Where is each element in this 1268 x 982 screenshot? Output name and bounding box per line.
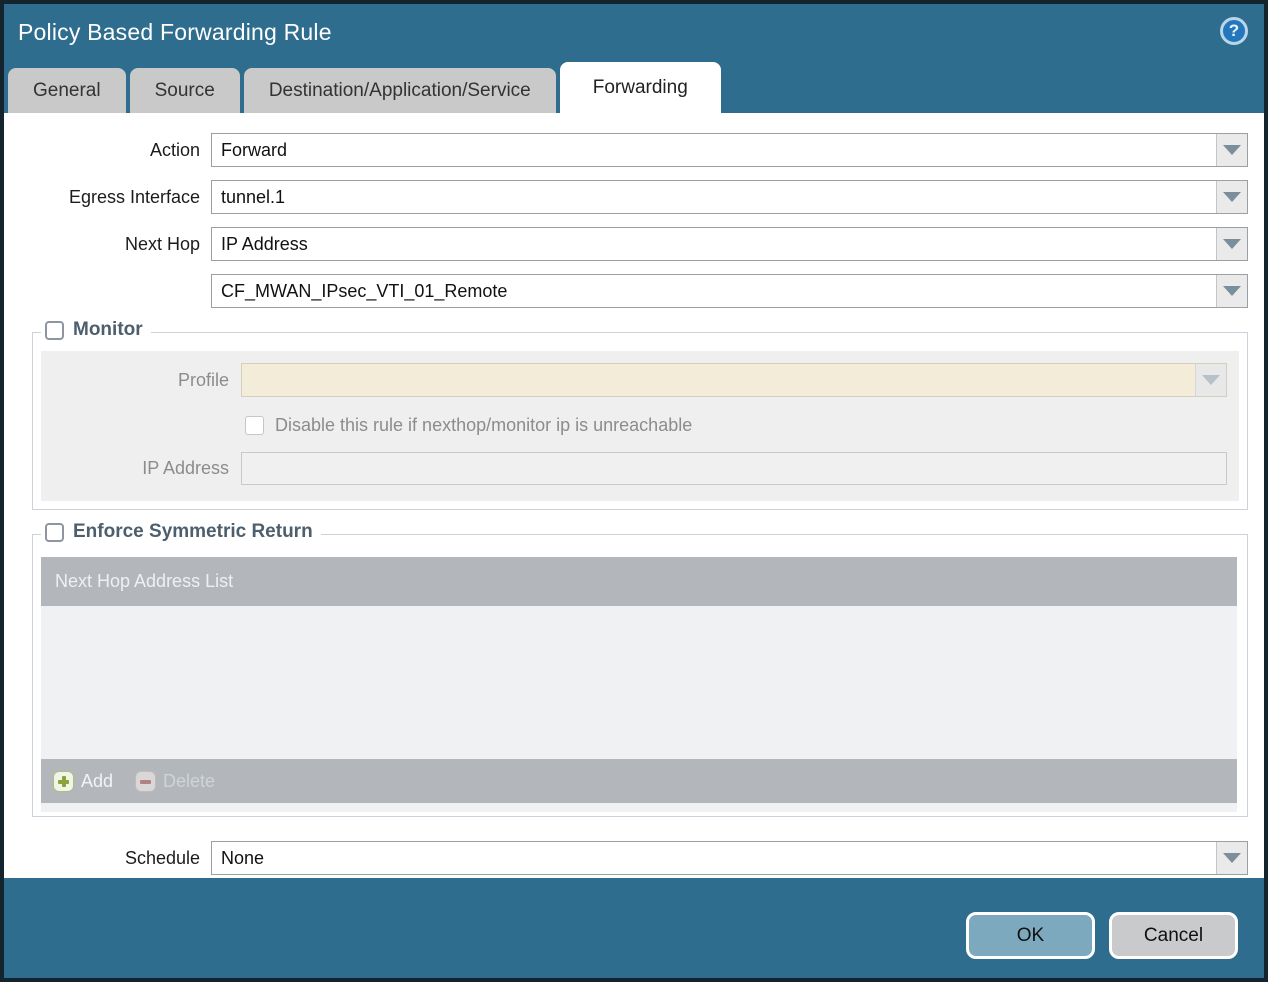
chevron-down-icon (1223, 239, 1241, 249)
profile-dropdown-button (1195, 364, 1226, 396)
enforce-symmetric-return-fieldset: Enforce Symmetric Return Next Hop Addres… (32, 521, 1248, 817)
egress-interface-row: Egress Interface tunnel.1 (4, 180, 1248, 214)
add-button[interactable]: Add (53, 770, 114, 792)
forwarding-tab-panel: Action Forward Egress Interface tunnel.1… (4, 113, 1264, 878)
action-value: Forward (221, 139, 288, 160)
monitor-legend-label: Monitor (73, 319, 143, 340)
plus-icon (53, 770, 74, 792)
chevron-down-icon (1223, 286, 1241, 296)
next-hop-address-list-table: Next Hop Address List Add Delete (41, 557, 1237, 812)
schedule-dropdown[interactable]: None (211, 841, 1248, 875)
enforce-symmetric-return-legend-label: Enforce Symmetric Return (73, 521, 313, 542)
egress-interface-dropdown[interactable]: tunnel.1 (211, 180, 1248, 214)
action-dropdown[interactable]: Forward (211, 133, 1248, 167)
next-hop-address-list-body (41, 606, 1237, 759)
chevron-down-icon (1223, 853, 1241, 863)
delete-button-label: Delete (163, 770, 216, 791)
profile-label: Profile (177, 369, 229, 390)
tab-general[interactable]: General (8, 68, 126, 113)
next-hop-row: Next Hop IP Address (4, 227, 1248, 261)
monitor-panel: Profile Disable this rule if nexthop/mon… (41, 351, 1239, 501)
tab-strip: General Source Destination/Application/S… (4, 60, 1264, 113)
next-hop-type-dropdown-button[interactable] (1216, 228, 1247, 260)
action-row: Action Forward (4, 133, 1248, 167)
next-hop-address-list-toolbar: Add Delete (41, 759, 1237, 803)
disable-rule-row: Disable this rule if nexthop/monitor ip … (245, 415, 1239, 436)
policy-based-forwarding-dialog: Policy Based Forwarding Rule ? General S… (0, 0, 1268, 982)
chevron-down-icon (1223, 145, 1241, 155)
delete-button: Delete (135, 770, 216, 792)
next-hop-type-value: IP Address (221, 233, 308, 254)
dialog-footer: OK Cancel (966, 912, 1238, 959)
next-hop-label: Next Hop (124, 233, 200, 254)
monitor-ip-address-input (241, 452, 1227, 485)
egress-interface-label: Egress Interface (68, 186, 200, 207)
tab-destination-application-service[interactable]: Destination/Application/Service (243, 68, 556, 113)
monitor-body: Profile Disable this rule if nexthop/mon… (33, 333, 1247, 509)
action-label: Action (149, 139, 200, 160)
tab-source[interactable]: Source (129, 68, 240, 113)
next-hop-address-dropdown-button[interactable] (1216, 275, 1247, 307)
schedule-value: None (221, 847, 265, 868)
tab-forwarding-label: Forwarding (592, 76, 688, 98)
disable-rule-label: Disable this rule if nexthop/monitor ip … (275, 415, 693, 435)
monitor-fieldset: Monitor Profile Disable this rule if nex… (32, 319, 1248, 510)
cancel-button[interactable]: Cancel (1109, 912, 1238, 959)
monitor-legend: Monitor (41, 319, 151, 341)
egress-interface-dropdown-button[interactable] (1216, 181, 1247, 213)
tab-forwarding[interactable]: Forwarding (559, 62, 721, 113)
next-hop-address-dropdown[interactable]: CF_MWAN_IPsec_VTI_01_Remote (211, 274, 1248, 308)
enforce-symmetric-return-legend: Enforce Symmetric Return (41, 521, 321, 543)
egress-interface-value: tunnel.1 (221, 186, 286, 207)
profile-row: Profile (41, 363, 1239, 397)
profile-value (242, 364, 1195, 396)
schedule-label: Schedule (124, 847, 200, 868)
tab-general-label: General (33, 79, 101, 101)
profile-dropdown (241, 363, 1227, 397)
disable-rule-checkbox (245, 416, 264, 435)
action-dropdown-button[interactable] (1216, 134, 1247, 166)
enforce-symmetric-return-checkbox[interactable] (45, 522, 64, 542)
next-hop-address-row: CF_MWAN_IPsec_VTI_01_Remote (4, 274, 1248, 308)
schedule-dropdown-button[interactable] (1216, 842, 1247, 874)
next-hop-address-list-header: Next Hop Address List (41, 557, 1237, 606)
chevron-down-icon (1202, 375, 1220, 385)
monitor-checkbox[interactable] (45, 320, 64, 340)
ok-button[interactable]: OK (966, 912, 1095, 959)
next-hop-type-dropdown[interactable]: IP Address (211, 227, 1248, 261)
chevron-down-icon (1223, 192, 1241, 202)
help-icon[interactable]: ? (1220, 17, 1248, 45)
next-hop-address-list-container: Next Hop Address List Add Delete (33, 535, 1247, 816)
dialog-title: Policy Based Forwarding Rule (18, 18, 332, 45)
monitor-ip-address-row: IP Address (41, 452, 1239, 485)
dialog-titlebar: Policy Based Forwarding Rule (4, 4, 1264, 60)
next-hop-address-value: CF_MWAN_IPsec_VTI_01_Remote (221, 280, 508, 301)
tab-source-label: Source (154, 79, 215, 101)
schedule-row: Schedule None (4, 841, 1248, 875)
minus-icon (135, 770, 157, 792)
tab-destination-application-service-label: Destination/Application/Service (268, 79, 531, 101)
table-bottom-strip (41, 803, 1237, 812)
add-button-label: Add (81, 770, 114, 791)
monitor-ip-address-label: IP Address (142, 458, 229, 478)
